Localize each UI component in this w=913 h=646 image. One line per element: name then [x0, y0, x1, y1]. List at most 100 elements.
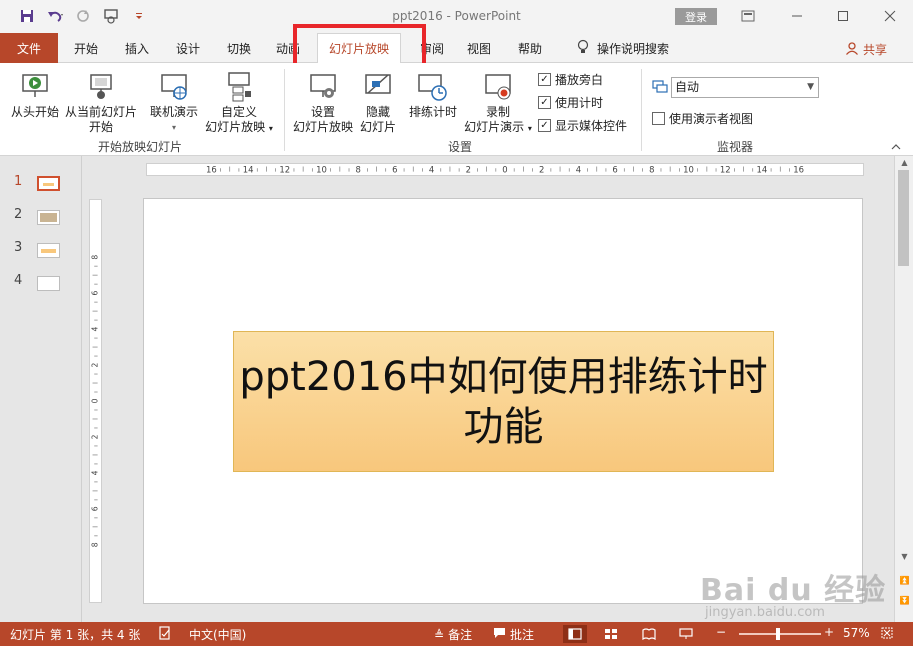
ruler-tick-label: 2	[90, 362, 99, 367]
monitor-icon	[652, 79, 668, 98]
scroll-down-icon[interactable]: ▼	[895, 552, 913, 561]
slide-title-text[interactable]: ppt2016中如何使用排练计时功能	[239, 352, 769, 452]
normal-view-icon[interactable]	[563, 625, 587, 643]
record-slideshow-label-1: 录制	[485, 105, 510, 119]
scrollbar-thumb[interactable]	[898, 170, 909, 266]
slide-thumbnail-1[interactable]	[37, 176, 60, 191]
maximize-icon[interactable]	[833, 6, 853, 26]
checkmark-icon: ✓	[538, 73, 551, 86]
present-online-button[interactable]: 联机演示 ▾	[146, 71, 202, 135]
ruler-tick-label: 4	[429, 164, 434, 174]
next-slide-icon[interactable]: ⏬	[895, 596, 913, 605]
tab-animations[interactable]: 动画	[268, 33, 308, 63]
rehearse-timings-button[interactable]: 排练计时	[404, 71, 462, 120]
ruler-tick-label: 2	[90, 434, 99, 439]
group-separator	[641, 69, 642, 151]
login-button[interactable]: 登录	[675, 8, 717, 25]
ribbon-slideshow: 从头开始 从当前幻灯片 开始 联机演示 ▾ 自定义 幻灯片放映 ▾ 开始放映幻灯…	[0, 63, 913, 156]
tab-transitions[interactable]: 切换	[215, 33, 263, 63]
monitor-select[interactable]: 自动 ▼	[671, 77, 819, 98]
group-separator	[284, 69, 285, 151]
share-button[interactable]: 共享	[845, 41, 887, 58]
slide-thumbnail-2[interactable]	[37, 210, 60, 225]
setup-slideshow-label-1: 设置	[310, 105, 335, 119]
custom-slideshow-button[interactable]: 自定义 幻灯片放映 ▾	[201, 71, 277, 136]
user-icon	[845, 41, 859, 58]
ruler-tick-label: 10	[316, 164, 327, 174]
language-status[interactable]: 中文(中国)	[189, 626, 246, 643]
tab-review[interactable]: 审阅	[414, 33, 444, 63]
zoom-level[interactable]: 57%	[843, 626, 870, 640]
share-label: 共享	[862, 43, 887, 57]
scroll-up-icon[interactable]: ▲	[895, 158, 913, 167]
record-slideshow-label-2: 幻灯片演示 ▾	[464, 120, 532, 134]
vertical-scrollbar[interactable]: ▲ ▼ ⏫ ⏬	[894, 156, 913, 622]
ruler-tick-label: 8	[649, 164, 654, 174]
tab-help[interactable]: 帮助	[506, 33, 554, 63]
record-slideshow-button[interactable]: 录制 幻灯片演示 ▾	[460, 71, 536, 136]
tell-me-search[interactable]: 操作说明搜索	[568, 33, 678, 63]
hide-slide-button[interactable]: 隐藏 幻灯片	[357, 71, 399, 135]
present-online-dropdown-icon[interactable]: ▾	[172, 120, 176, 135]
tab-slideshow[interactable]: 幻灯片放映	[317, 33, 401, 64]
presenter-view-checkbox[interactable]: 使用演示者视图	[652, 110, 753, 127]
slide-thumbnail-4[interactable]	[37, 276, 60, 291]
monitor-select-value: 自动	[675, 80, 700, 94]
from-beginning-button[interactable]: 从头开始	[9, 71, 61, 120]
tab-file[interactable]: 文件	[0, 33, 58, 63]
fit-to-window-icon[interactable]	[880, 626, 894, 640]
slideshow-view-icon[interactable]	[674, 625, 698, 643]
from-beginning-label: 从头开始	[10, 105, 59, 119]
present-online-label: 联机演示	[149, 105, 198, 119]
play-narrations-checkbox[interactable]: ✓ 播放旁白	[538, 71, 603, 88]
setup-slideshow-icon	[310, 74, 336, 98]
zoom-slider[interactable]	[739, 633, 821, 635]
previous-slide-icon[interactable]: ⏫	[895, 576, 913, 585]
horizontal-ruler: 16 14 12 10 8 6 4 2 0 2 4 6 8 10 12 14 16	[146, 163, 864, 176]
ruler-tick-label: 14	[757, 164, 768, 174]
use-timings-label: 使用计时	[555, 96, 604, 110]
zoom-slider-handle[interactable]	[776, 628, 780, 640]
chevron-down-icon: ▼	[807, 82, 814, 92]
zoom-out-icon[interactable]: −	[716, 625, 726, 639]
show-media-controls-label: 显示媒体控件	[555, 119, 628, 133]
slide-title-box[interactable]: ppt2016中如何使用排练计时功能	[233, 331, 774, 472]
ruler-tick-label: 6	[612, 164, 617, 174]
thumbnail-number: 1	[14, 174, 23, 189]
notes-label: 备注	[448, 628, 473, 642]
show-media-controls-checkbox[interactable]: ✓ 显示媒体控件	[538, 117, 627, 134]
zoom-in-icon[interactable]: +	[824, 625, 834, 639]
setup-slideshow-label-2: 幻灯片放映	[292, 120, 353, 134]
ribbon-display-options-icon[interactable]	[738, 6, 758, 26]
ruler-tick-label: 4	[576, 164, 581, 174]
notes-icon: ≜	[434, 627, 445, 642]
collapse-ribbon-icon[interactable]	[891, 143, 901, 154]
ruler-tick-label: 8	[90, 542, 99, 547]
tab-view[interactable]: 视图	[455, 33, 503, 63]
checkmark-icon: ✓	[538, 96, 551, 109]
spelling-check-icon[interactable]	[158, 626, 172, 640]
from-current-button[interactable]: 从当前幻灯片 开始	[63, 71, 139, 135]
tab-home[interactable]: 开始	[62, 33, 110, 63]
comments-button[interactable]: 批注	[493, 626, 534, 643]
notes-button[interactable]: ≜ 备注	[434, 626, 472, 643]
use-timings-checkbox[interactable]: ✓ 使用计时	[538, 94, 603, 111]
setup-slideshow-button[interactable]: 设置 幻灯片放映	[291, 71, 355, 135]
tab-insert[interactable]: 插入	[113, 33, 161, 63]
status-bar: 幻灯片 第 1 张，共 4 张 中文(中国) ≜ 备注 批注 − + 57%	[0, 622, 913, 646]
close-icon[interactable]	[880, 6, 900, 26]
ribbon-tab-bar: 文件 开始 插入 设计 切换 动画 幻灯片放映 审阅 视图 帮助 操作说明搜索 …	[0, 33, 913, 64]
slide-sorter-view-icon[interactable]	[599, 625, 623, 643]
ruler-tick-label: 10	[683, 164, 694, 174]
setup-group-label: 设置	[447, 140, 472, 154]
reading-view-icon[interactable]	[637, 625, 661, 643]
tab-design[interactable]: 设计	[164, 33, 212, 63]
thumbnail-number: 4	[14, 273, 23, 288]
custom-slideshow-icon	[228, 72, 251, 102]
slide-thumbnail-3[interactable]	[37, 243, 60, 258]
ruler-tick-label: 8	[91, 255, 100, 260]
presenter-view-label: 使用演示者视图	[669, 112, 754, 126]
minimize-icon[interactable]	[787, 6, 807, 26]
ruler-tick-label: 4	[90, 326, 99, 331]
from-current-label-2: 开始	[88, 120, 113, 134]
